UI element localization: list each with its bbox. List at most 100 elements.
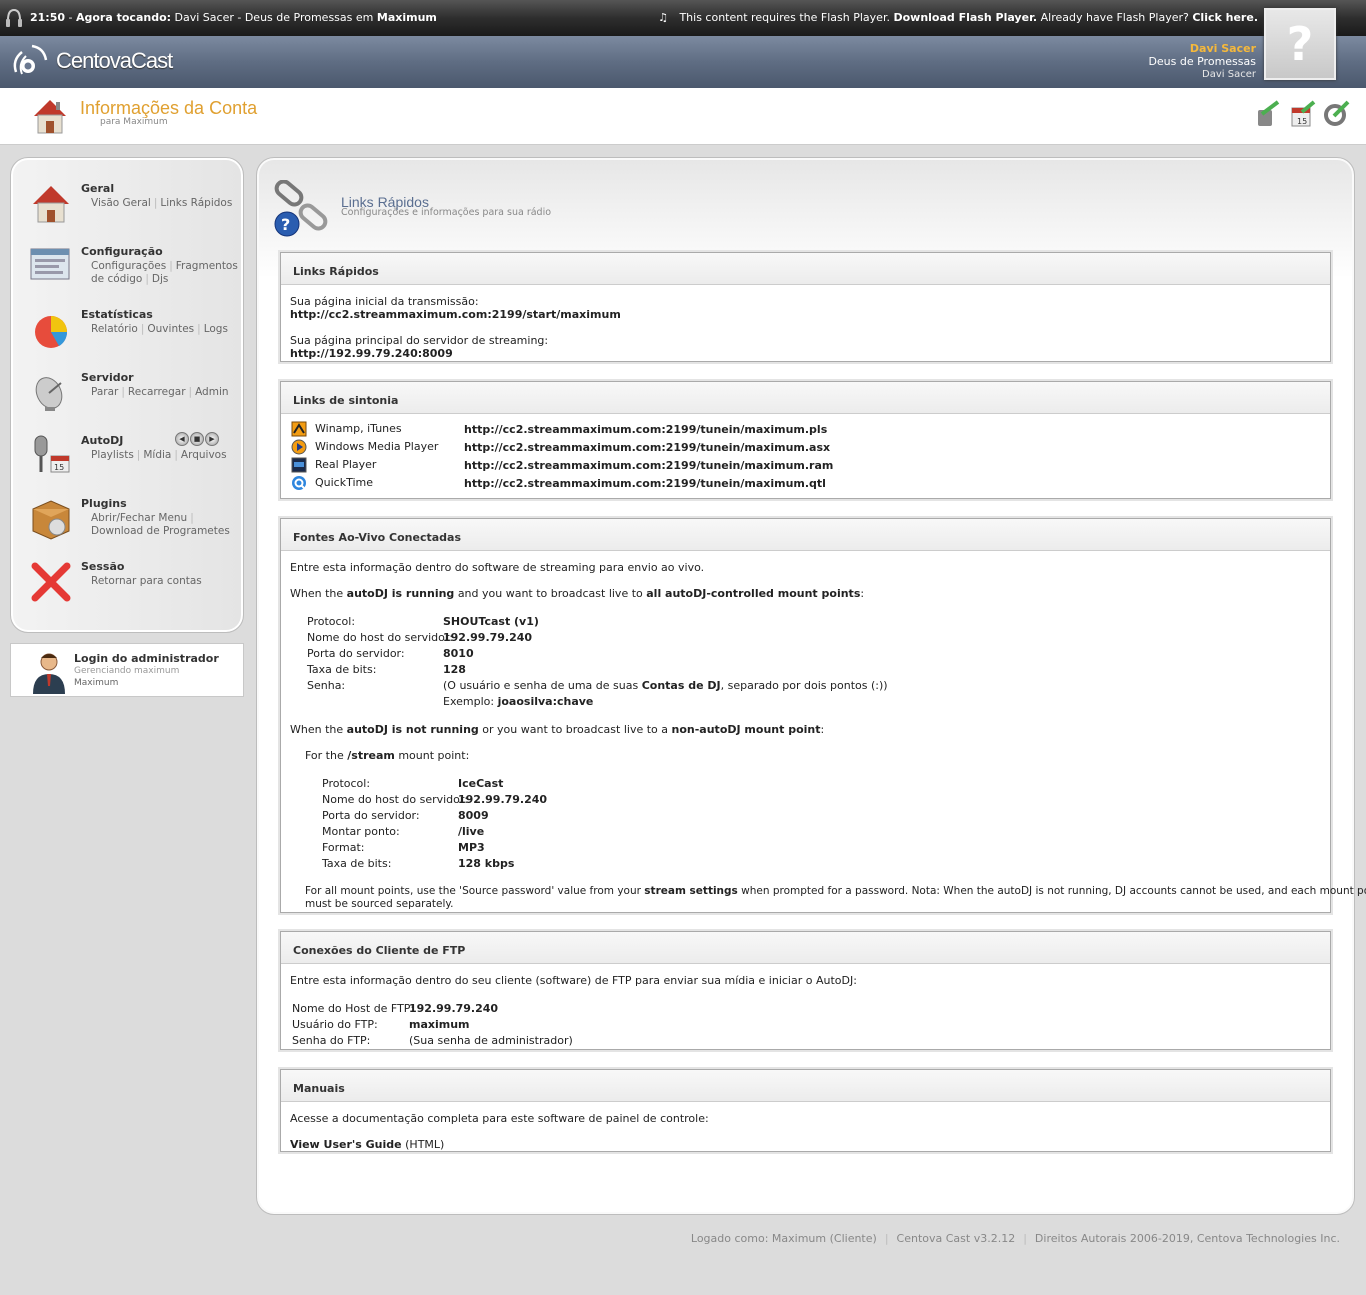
sidebar-link-links-rapidos[interactable]: Links Rápidos (160, 197, 232, 209)
section-subtitle: Configurações e informações para sua rád… (341, 207, 552, 218)
manuals-header: Manuais (281, 1070, 1330, 1102)
ftp-box: Conexões do Cliente de FTP Entre esta in… (280, 931, 1331, 1050)
tunein-url-2[interactable]: http://cc2.streammaximum.com:2199/tunein… (464, 459, 833, 472)
refresh-icon[interactable] (1322, 100, 1350, 128)
sidebar-title-autodj[interactable]: AutoDJ (81, 434, 123, 447)
live-sources-box: Fontes Ao-Vivo Conectadas Entre esta inf… (280, 518, 1366, 913)
notrunning-pre: When the (290, 723, 344, 736)
m-mount-label: Montar ponto: (322, 825, 400, 838)
sidebar-link-parar[interactable]: Parar (91, 386, 118, 398)
m-port-value: 8009 (458, 809, 489, 822)
note-stream-settings-link[interactable]: stream settings (644, 885, 738, 897)
headphones-icon (6, 8, 22, 27)
quick-links-header: Links Rápidos (281, 253, 1330, 285)
album-art-placeholder: ? (1286, 17, 1314, 71)
sidebar-link-configuracoes[interactable]: Configurações (91, 260, 166, 272)
password-label: Senha: (307, 679, 346, 692)
tunein-player-0: Winamp, iTunes (315, 422, 402, 435)
notrunning-b2: non-autoDJ mount point (671, 723, 821, 736)
autodj-prev-icon[interactable]: ◀ (175, 432, 189, 446)
current-song: Deus de Promessas (1148, 55, 1256, 68)
music-note-icon: ♫ (658, 11, 668, 24)
recycle-icon[interactable] (1252, 100, 1280, 128)
m-mount-value: /live (458, 825, 485, 838)
protocol-value: SHOUTcast (v1) (443, 615, 539, 628)
protocol-label: Protocol: (307, 615, 356, 628)
tunein-box: Links de sintonia Winamp, iTunes http://… (280, 381, 1331, 499)
ftp-intro: Entre esta informação dentro do seu clie… (290, 974, 857, 987)
sidebar-link-arquivos[interactable]: Arquivos (181, 449, 227, 461)
sidebar-title-geral[interactable]: Geral (81, 182, 114, 195)
sidebar-link-abrir-fechar[interactable]: Abrir/Fechar Menu (91, 512, 187, 524)
tunein-url-1[interactable]: http://cc2.streammaximum.com:2199/tunein… (464, 441, 830, 454)
sidebar-link-visao-geral[interactable]: Visão Geral (91, 197, 151, 209)
sidebar-links-configuracao: Configurações | Fragmentos de código | Djs (91, 260, 238, 285)
tunein-url-3[interactable]: http://cc2.streammaximum.com:2199/tunein… (464, 477, 826, 490)
password-post: , separado por dois pontos (:)) (720, 679, 888, 692)
current-track-box: Davi Sacer Deus de Promessas Davi Sacer (1148, 42, 1256, 81)
album-art: ? (1264, 8, 1336, 80)
current-artist-small: Davi Sacer (1202, 69, 1256, 80)
admin-login-title[interactable]: Login do administrador (74, 652, 219, 665)
running-b2: all autoDJ-controlled mount points (646, 587, 861, 600)
sidebar-links-geral: Visão Geral | Links Rápidos (91, 197, 233, 209)
calendar-icon[interactable]: 15 (1288, 100, 1316, 128)
sidebar-link-playlists[interactable]: Playlists (91, 449, 134, 461)
sidebar-link-download-programetes[interactable]: Download de Programetes (91, 525, 230, 537)
sidebar-link-recarregar[interactable]: Recarregar (128, 386, 186, 398)
logo-text: CentovaCast (56, 48, 173, 73)
forthe-sentence: For the /stream mount point: (305, 749, 469, 762)
np-time: 21:50 (30, 11, 66, 24)
house-icon (34, 100, 66, 134)
windows-media-player-icon (291, 439, 307, 455)
sidebar-link-logs[interactable]: Logs (204, 323, 228, 335)
m-protocol-value: IceCast (458, 777, 504, 790)
sidebar: Geral Visão Geral | Links Rápidos Configur… (10, 157, 244, 633)
sidebar-title-estatisticas[interactable]: Estatísticas (81, 308, 153, 321)
flash-download-link[interactable]: Download Flash Player. (893, 11, 1037, 24)
sidebar-title-plugins[interactable]: Plugins (81, 497, 127, 510)
ftp-pass-label: Senha do FTP: (292, 1034, 371, 1047)
footer: Logado como: Maximum (Cliente) | Centova C… (690, 1232, 1340, 1245)
manuals-guide-row: View User's Guide (HTML) (290, 1138, 444, 1151)
sidebar-link-midia[interactable]: Mídia (143, 449, 171, 461)
flash-click-link[interactable]: Click here. (1192, 11, 1258, 24)
sidebar-link-ouvintes[interactable]: Ouvintes (147, 323, 194, 335)
autodj-next-icon[interactable]: ▶ (205, 432, 219, 446)
port-value: 8010 (443, 647, 474, 660)
users-guide-link[interactable]: View User's Guide (290, 1138, 402, 1151)
tunein-url-0[interactable]: http://cc2.streammaximum.com:2199/tunein… (464, 423, 827, 436)
m-bitrate-label: Taxa de bits: (322, 857, 392, 870)
start-page-url[interactable]: http://cc2.streammaximum.com:2199/start/… (290, 308, 621, 321)
autodj-stop-icon[interactable]: ■ (190, 432, 204, 446)
notrunning-mid: or you want to broadcast live to a (482, 723, 669, 736)
pie-chart-icon (35, 316, 68, 348)
notrunning-b1: autoDJ is not running (346, 723, 479, 736)
forthe-pre: For the (305, 749, 344, 762)
m-port-label: Porta do servidor: (322, 809, 420, 822)
sidebar-title-servidor[interactable]: Servidor (81, 371, 134, 384)
sidebar-link-admin[interactable]: Admin (195, 386, 228, 398)
sidebar-link-retornar[interactable]: Retornar para contas (91, 575, 202, 587)
tunein-header: Links de sintonia (281, 382, 1330, 414)
sidebar-title-configuracao[interactable]: Configuração (81, 245, 163, 258)
centova-logo-icon (13, 44, 48, 75)
m-protocol-label: Protocol: (322, 777, 371, 790)
page-title-band: Informações da Conta para Maximum 15 (0, 88, 1366, 145)
svg-text:15: 15 (54, 463, 64, 472)
sidebar-link-djs[interactable]: Djs (152, 273, 168, 285)
m-host-value: 192.99.79.240 (458, 793, 548, 806)
sidebar-title-sessao[interactable]: Sessão (81, 560, 124, 573)
server-page-url[interactable]: http://192.99.79.240:8009 (290, 347, 453, 360)
sidebar-link-relatorio[interactable]: Relatório (91, 323, 138, 335)
ftp-host-value: 192.99.79.240 (409, 1002, 499, 1015)
password-b[interactable]: Contas de DJ (642, 679, 721, 692)
tunein-player-1: Windows Media Player (315, 440, 439, 453)
users-guide-format: (HTML) (405, 1138, 445, 1151)
mount-note-line1: For all mount points, use the 'Source pa… (305, 885, 1366, 897)
admin-managing: Gerenciando maximum (74, 666, 180, 676)
admin-login-box[interactable]: Login do administrador Gerenciando maxim… (10, 643, 244, 697)
running-pre: When the (290, 587, 344, 600)
page-subtitle: para Maximum (100, 117, 168, 127)
current-artist: Davi Sacer (1189, 42, 1256, 55)
